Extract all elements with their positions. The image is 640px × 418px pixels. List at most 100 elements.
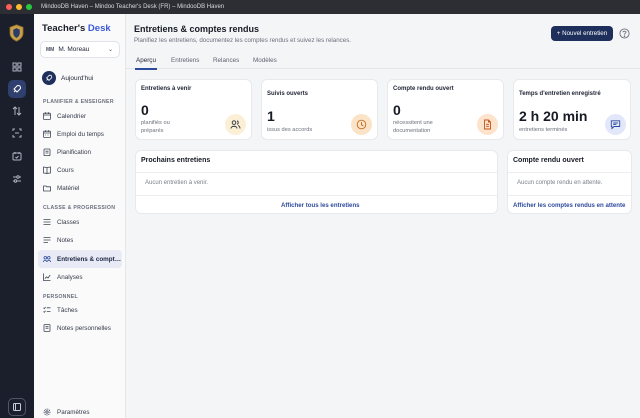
card-divider — [136, 172, 497, 173]
gear-icon — [43, 408, 51, 416]
user-switcher[interactable]: MM M. Moreau ⌄ — [40, 41, 120, 58]
rocket-icon — [13, 84, 22, 93]
stat-card-time: Temps d'entretien enregistré 2 h 20 min … — [513, 79, 631, 140]
stat-value: 0 — [393, 102, 401, 118]
nav-conferences[interactable]: Entretiens & comptes rendus — [38, 250, 122, 268]
rail-settings-sliders[interactable] — [8, 170, 26, 188]
nav-material-label: Matériel — [57, 184, 80, 192]
card-title: Prochains entretiens — [141, 157, 211, 164]
tab-overview[interactable]: Aperçu — [135, 57, 157, 70]
nav-settings[interactable]: Paramètres — [38, 404, 122, 418]
stat-note: planifiés ou préparés — [141, 120, 170, 134]
help-icon[interactable] — [619, 28, 630, 39]
section-class: CLASSE & PROGRESSION — [43, 205, 116, 211]
nav-today[interactable]: Aujourd'hui — [42, 71, 93, 85]
stat-note: nécessitent une documentation — [393, 120, 433, 134]
apps-icon — [13, 403, 21, 411]
upcoming-conferences-card: Prochains entretiens Aucun entretien à v… — [135, 150, 498, 214]
section-plan: PLANIFIER & ENSEIGNER — [43, 99, 114, 105]
user-name: M. Moreau — [58, 46, 90, 53]
nav-calendar-label: Calendrier — [57, 112, 87, 120]
list-icon — [43, 219, 51, 225]
book-icon — [43, 166, 51, 174]
folder-icon — [43, 185, 51, 192]
card-divider — [136, 195, 497, 196]
empty-state-text: Aucun compte rendu en attente. — [517, 180, 603, 186]
people-icon — [230, 120, 241, 129]
rail-teach[interactable] — [8, 80, 26, 98]
nav-schedule-label: Emploi du temps — [57, 130, 104, 138]
show-pending-reports-link[interactable]: Afficher les comptes rendus en attente — [513, 202, 625, 209]
nav-analytics[interactable]: Analyses — [38, 269, 122, 285]
stat-value: 2 h 20 min — [519, 108, 588, 124]
stat-value: 0 — [141, 102, 149, 118]
tab-bar: Aperçu Entretiens Relances Modèles — [126, 52, 640, 70]
nav-schedule[interactable]: Emploi du temps — [38, 126, 122, 142]
stat-icon-badge — [225, 114, 246, 135]
nav-grades[interactable]: Notes — [38, 232, 122, 248]
tab-followups[interactable]: Relances — [213, 57, 239, 64]
brand-part-1: Teacher's — [42, 23, 86, 34]
stat-label: Entretiens à venir — [141, 86, 192, 92]
nav-tasks[interactable]: Tâches — [38, 302, 122, 318]
stat-label: Compte rendu ouvert — [393, 86, 454, 92]
window-title: MindooDB Haven – Mindoo Teacher's Desk (… — [41, 4, 225, 10]
rocket-icon — [46, 74, 53, 81]
nav-lessons-label: Cours — [57, 166, 74, 174]
clipboard-icon — [43, 148, 51, 156]
chat-icon — [610, 120, 621, 130]
stat-card-followups: Suivis ouverts 1 issus des accords — [261, 79, 378, 140]
nav-lessons[interactable]: Cours — [38, 162, 122, 178]
sidebar: Teacher's Desk MM M. Moreau ⌄ Aujourd'hu… — [34, 14, 126, 418]
show-all-conferences-link[interactable]: Afficher tous les entretiens — [281, 202, 360, 209]
nav-classes[interactable]: Classes — [38, 214, 122, 230]
nav-settings-label: Paramètres — [57, 408, 90, 416]
brand-logo-text: Teacher's Desk — [42, 23, 111, 34]
card-divider — [508, 195, 631, 196]
open-report-card: Compte rendu ouvert Aucun compte rendu e… — [507, 150, 632, 214]
rail-swap[interactable] — [8, 102, 26, 120]
swap-icon — [12, 106, 22, 116]
nav-material[interactable]: Matériel — [38, 180, 122, 196]
stat-note: entretiens terminés — [519, 127, 568, 133]
page-title: Entretiens & comptes rendus — [134, 24, 260, 34]
empty-state-text: Aucun entretien à venir. — [145, 180, 209, 186]
calendar-check-icon — [12, 152, 22, 161]
tab-templates[interactable]: Modèles — [253, 57, 277, 64]
nav-conferences-label: Entretiens & comptes rendus — [57, 255, 122, 263]
rail-calendar-check[interactable] — [8, 147, 26, 165]
minimize-window-button[interactable] — [16, 4, 22, 10]
document-icon — [484, 119, 491, 130]
rail-dashboard[interactable] — [8, 58, 26, 76]
stat-card-upcoming: Entretiens à venir 0 planifiés ou prépar… — [135, 79, 252, 140]
stat-label: Suivis ouverts — [267, 91, 309, 97]
rail-scan[interactable] — [8, 124, 26, 142]
nav-calendar[interactable]: Calendrier — [38, 108, 122, 124]
stat-label: Temps d'entretien enregistré — [519, 91, 601, 97]
new-conference-button[interactable]: + Nouvel entretien — [551, 26, 613, 41]
nav-grades-label: Notes — [57, 236, 74, 244]
sliders-icon — [13, 175, 21, 183]
stat-icon-badge — [605, 114, 626, 135]
stat-card-open-report: Compte rendu ouvert 0 nécessitent une do… — [387, 79, 504, 140]
note-icon — [43, 324, 51, 332]
nav-personal-notes[interactable]: Notes personnelles — [38, 320, 122, 336]
nav-today-label: Aujourd'hui — [61, 74, 94, 82]
nav-analytics-label: Analyses — [57, 273, 83, 281]
clock-icon — [356, 119, 367, 130]
nav-planning[interactable]: Planification — [38, 144, 122, 160]
shield-logo-icon — [9, 24, 24, 42]
stat-icon-badge — [351, 114, 372, 135]
rail-apps[interactable] — [8, 398, 26, 416]
stat-value: 1 — [267, 108, 275, 124]
dashboard-icon — [12, 62, 22, 72]
today-avatar — [42, 71, 56, 85]
section-personal: PERSONNEL — [43, 294, 78, 300]
nav-personal-notes-label: Notes personnelles — [57, 324, 111, 332]
card-divider — [508, 172, 631, 173]
zoom-window-button[interactable] — [26, 4, 32, 10]
close-window-button[interactable] — [6, 4, 12, 10]
checklist-icon — [43, 306, 51, 313]
stat-note: issus des accords — [267, 127, 313, 133]
tab-conferences[interactable]: Entretiens — [171, 57, 199, 64]
